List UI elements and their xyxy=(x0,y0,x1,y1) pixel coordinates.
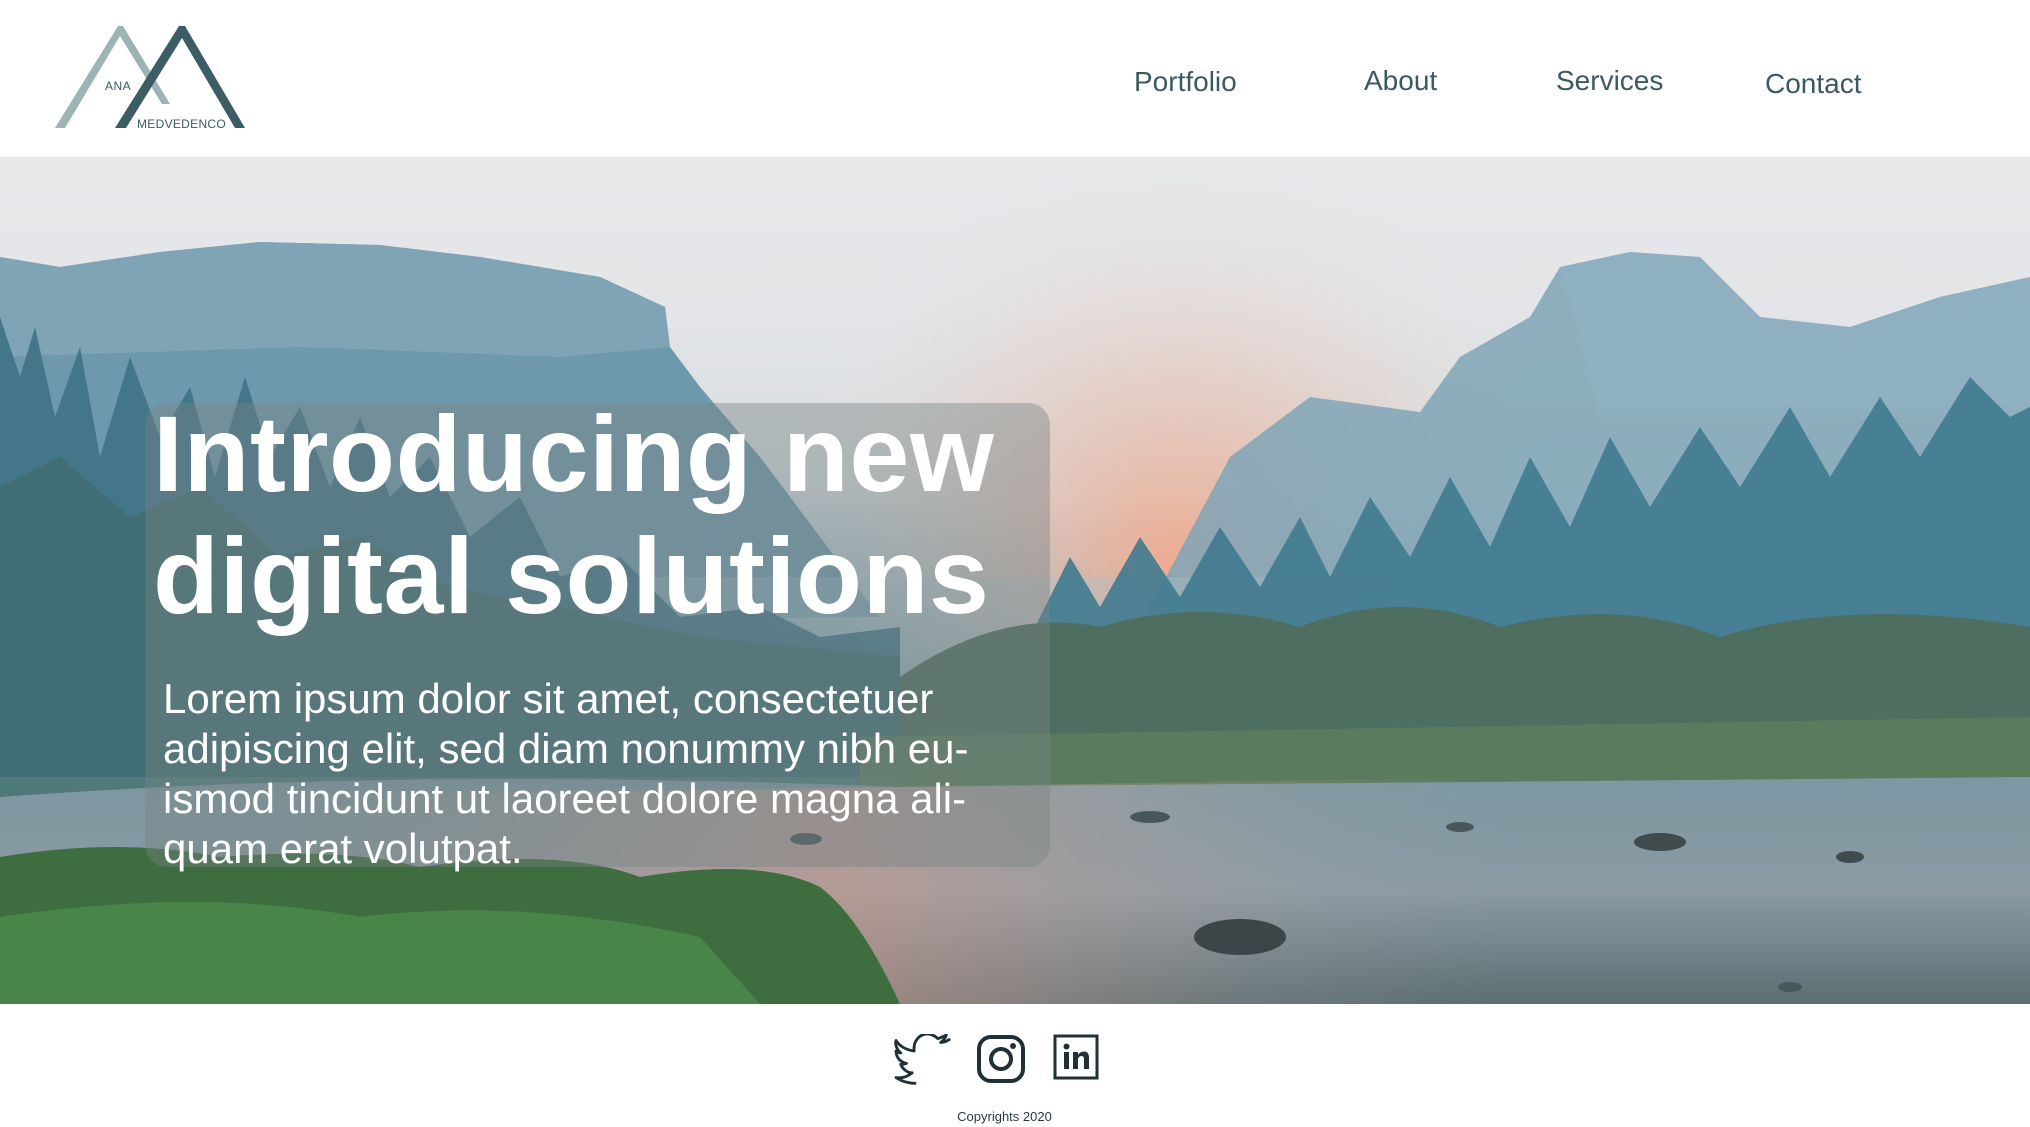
copyright-text: Copyrights 2020 xyxy=(957,1109,1052,1124)
instagram-icon[interactable] xyxy=(976,1034,1026,1089)
twitter-icon[interactable] xyxy=(893,1032,953,1091)
main-nav: Portfolio About Services Contact xyxy=(0,0,2030,157)
nav-item-contact[interactable]: Contact xyxy=(1765,68,1862,100)
site-footer: Copyrights 2020 xyxy=(0,1004,2030,1127)
nav-item-services[interactable]: Services xyxy=(1556,65,1663,97)
hero-title: Introducing new digital solutions xyxy=(153,393,1053,637)
hero-title-line-2: digital solutions xyxy=(153,515,990,636)
nav-item-portfolio[interactable]: Portfolio xyxy=(1134,66,1237,98)
hero-title-line-1: Introducing new xyxy=(153,393,995,514)
nav-item-about[interactable]: About xyxy=(1364,65,1437,97)
hero-description: Lorem ipsum dolor sit amet, consectetuer… xyxy=(163,675,969,872)
site-header: ANA MEDVEDENCO Portfolio About Services … xyxy=(0,0,2030,157)
linkedin-icon[interactable] xyxy=(1053,1034,1099,1085)
hero-section: Introducing new digital solutions Lorem … xyxy=(0,157,2030,1004)
